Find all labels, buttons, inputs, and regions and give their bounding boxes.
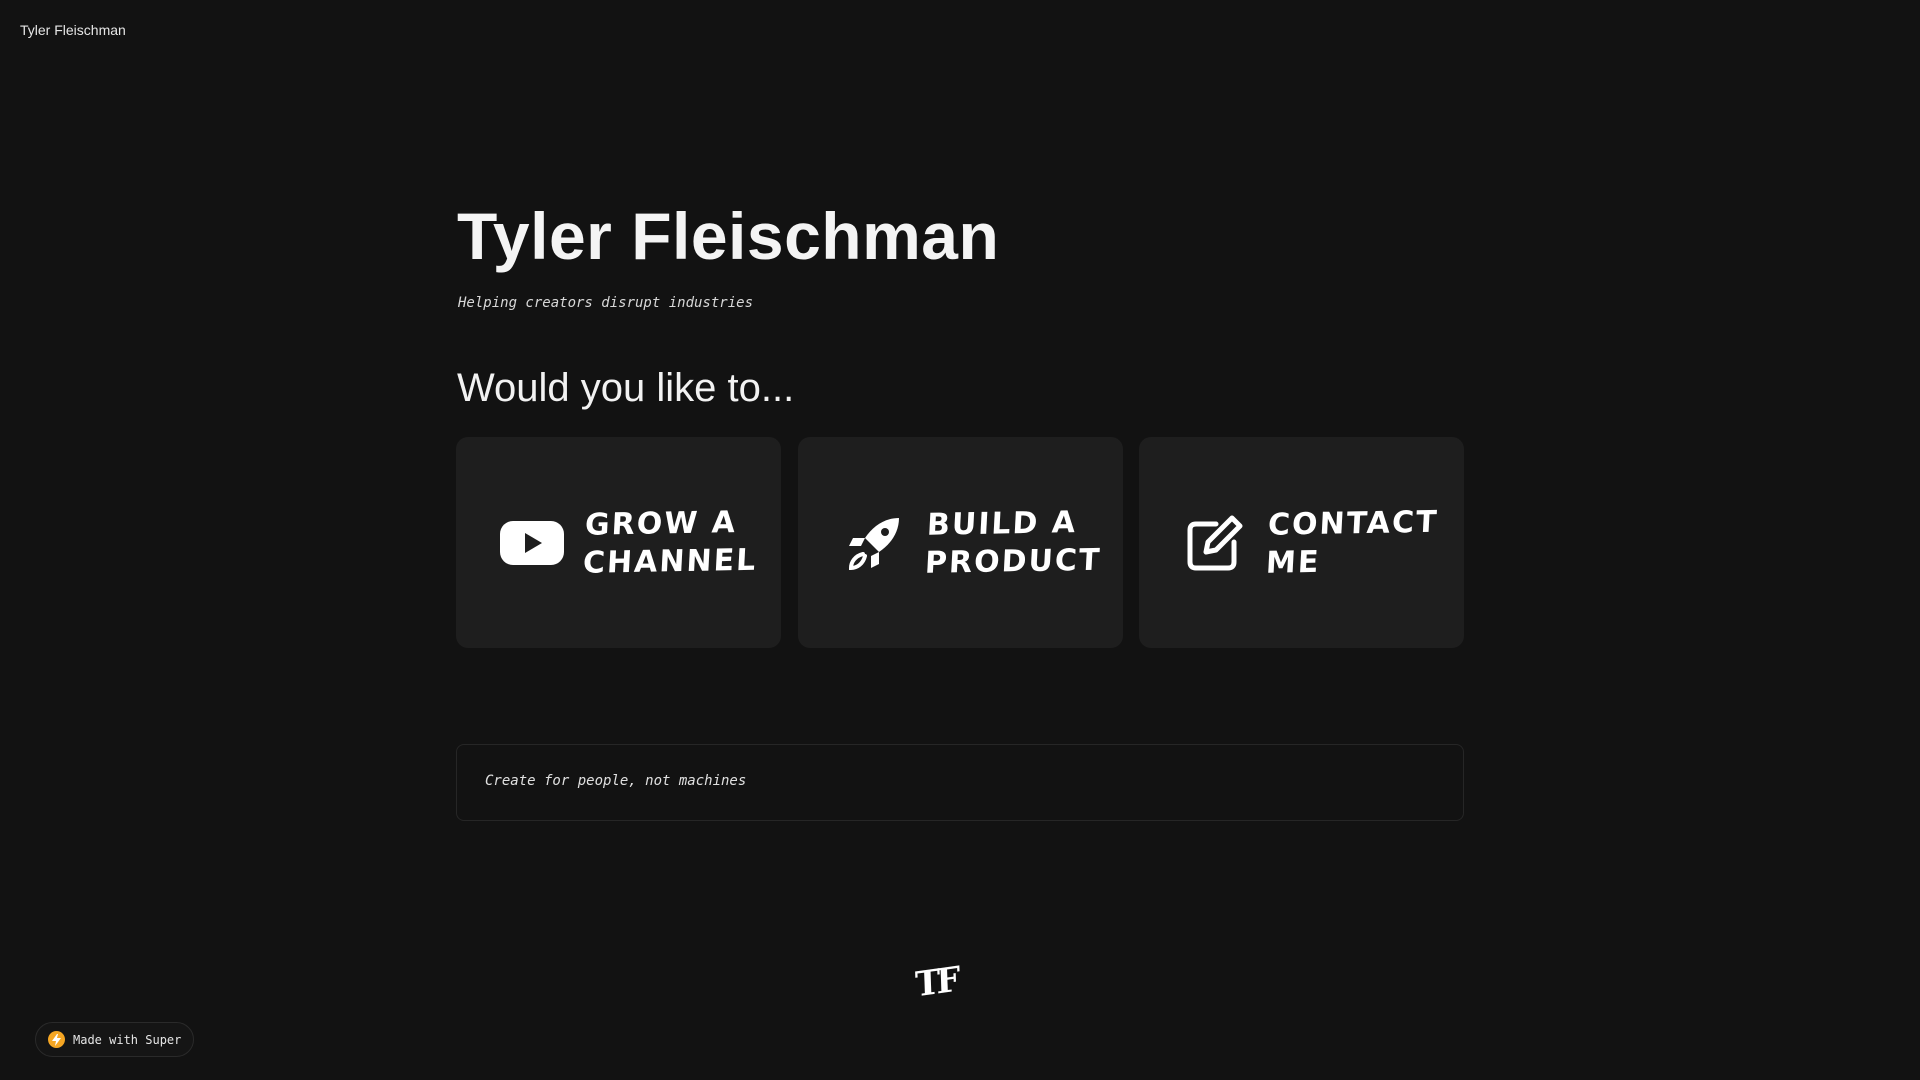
build-product-card[interactable]: Build a product <box>798 437 1123 648</box>
quote-box: Create for people, not machines <box>456 744 1464 821</box>
grow-channel-label: Grow a channel <box>582 504 759 581</box>
section-heading: Would you like to... <box>457 366 795 410</box>
made-with-super-badge[interactable]: Made with Super <box>35 1022 195 1057</box>
action-cards: Grow a channel Build a product <box>456 437 1464 648</box>
build-product-label: Build a product <box>924 504 1103 581</box>
contact-me-label: Contact me <box>1265 504 1440 581</box>
youtube-play-icon <box>500 511 564 575</box>
tagline: Helping creators disrupt industries <box>458 295 754 311</box>
quote-text: Create for people, not machines <box>485 773 747 789</box>
grow-channel-card[interactable]: Grow a channel <box>456 437 781 648</box>
bolt-icon <box>48 1031 65 1048</box>
edit-icon <box>1183 511 1247 575</box>
made-with-super-label: Made with Super <box>73 1032 182 1047</box>
contact-me-card[interactable]: Contact me <box>1139 437 1464 648</box>
tf-logo: TF <box>914 959 957 1006</box>
page-title: Tyler Fleischman <box>457 199 1000 273</box>
rocket-icon <box>842 511 906 575</box>
site-name-link[interactable]: Tyler Fleischman <box>20 22 126 38</box>
